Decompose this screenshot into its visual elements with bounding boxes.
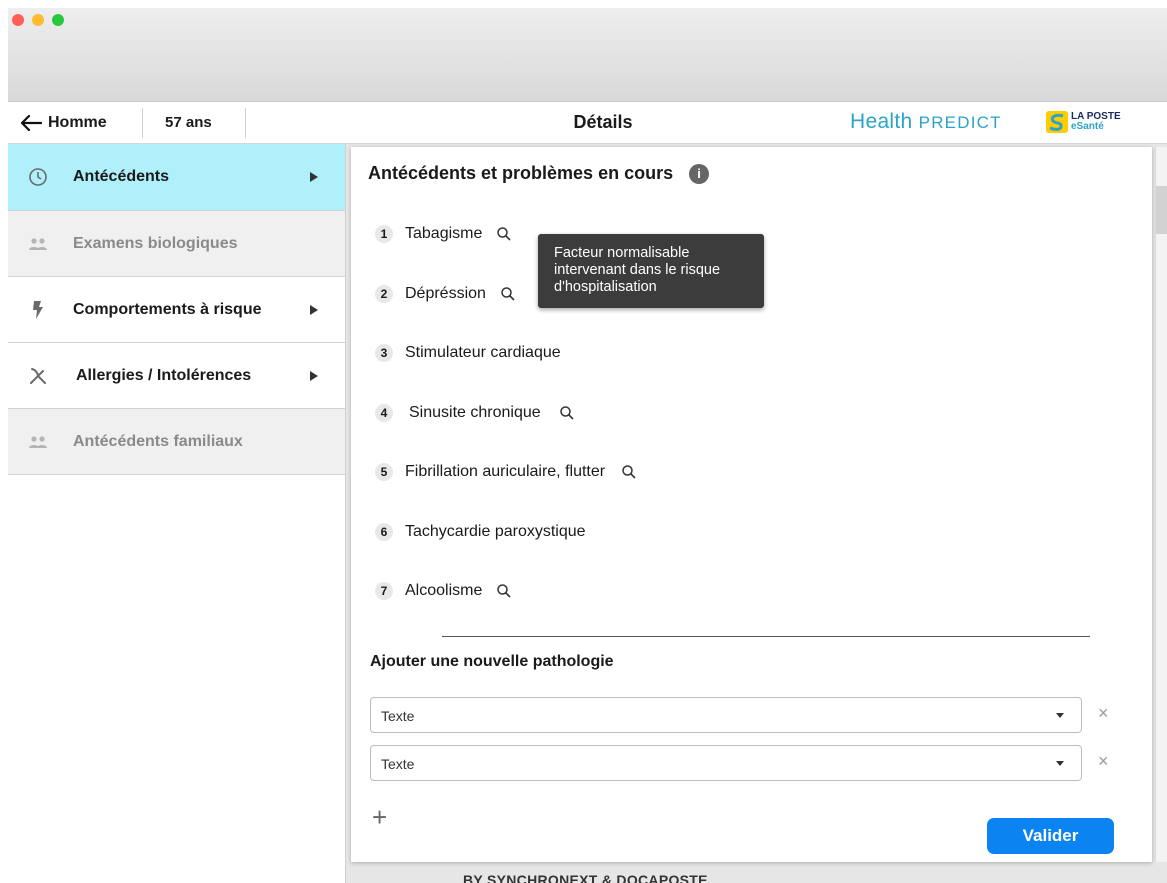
clock-icon (28, 167, 48, 187)
pathology-number: 4 (375, 404, 393, 422)
section-divider (442, 636, 1090, 637)
sidebar-item-allergies[interactable]: Allergies / Intolérences (8, 343, 345, 409)
pathology-select[interactable]: Texte (370, 697, 1082, 733)
sidebar-item-comportements-a-risque[interactable]: Comportements à risque (8, 277, 345, 343)
tooltip: Facteur normalisable intervenant dans le… (538, 234, 764, 308)
sidebar-item-label: Comportements à risque (73, 300, 262, 318)
search-icon[interactable] (496, 583, 512, 599)
pathology-row: 1 Tabagisme (375, 225, 512, 243)
pathology-number: 7 (375, 582, 393, 600)
pathology-label: Dépréssion (405, 285, 486, 302)
pathology-number: 2 (375, 285, 393, 303)
search-icon[interactable] (559, 405, 575, 421)
people-icon (28, 234, 48, 254)
select-value: Texte (381, 756, 415, 772)
search-icon[interactable] (496, 226, 512, 242)
pathology-number: 6 (375, 523, 393, 541)
pathology-label: Stimulateur cardiaque (405, 344, 561, 361)
back-button[interactable]: Homme (20, 111, 107, 135)
pathology-label: Tachycardie paroxystique (405, 523, 586, 540)
pathology-row: 2 Dépréssion (375, 285, 516, 303)
patient-sex: Homme (48, 114, 107, 131)
sidebar-item-label: Allergies / Intolérences (76, 366, 252, 384)
chevron-right-icon (310, 172, 318, 182)
pathology-label: Alcoolisme (405, 582, 483, 599)
arrow-left-icon (20, 115, 42, 131)
caret-down-icon (1056, 761, 1064, 766)
sidebar-item-antecedents-familiaux[interactable]: Antécédents familiaux (8, 409, 345, 475)
info-icon[interactable]: i (689, 163, 710, 184)
sidebar-item-examens-biologiques[interactable]: Examens biologiques (8, 211, 345, 277)
laposte-esante-logo: LA POSTE eSanté (1046, 111, 1121, 133)
pathology-number: 3 (375, 344, 393, 362)
pathology-row: 6 Tachycardie paroxystique (375, 523, 586, 541)
close-window-button[interactable] (12, 14, 24, 26)
pathology-label: Sinusite chronique (409, 404, 541, 421)
pathology-row: 3 Stimulateur cardiaque (375, 344, 561, 362)
pathology-number: 1 (375, 225, 393, 243)
minimize-window-button[interactable] (32, 14, 44, 26)
people-icon (28, 432, 48, 452)
window-titlebar (8, 8, 1167, 102)
submit-button[interactable]: Valider (987, 818, 1114, 854)
page-title: Détails (573, 112, 633, 132)
pathology-select[interactable]: Texte (370, 745, 1082, 781)
health-predict-logo: Health PREDICT (850, 110, 1002, 133)
laposte-icon (1046, 111, 1068, 133)
header-divider (142, 108, 143, 138)
search-icon[interactable] (500, 286, 516, 302)
sidebar-item-label: Examens biologiques (73, 234, 238, 252)
header-divider (245, 108, 246, 138)
pathology-row: 7 Alcoolisme (375, 582, 512, 600)
select-value: Texte (381, 708, 415, 724)
add-row-button[interactable]: + (372, 804, 387, 830)
pathology-number: 5 (375, 463, 393, 481)
sidebar: Antécédents Examens biologiques Comporte… (8, 144, 346, 883)
sidebar-item-label: Antécédents familiaux (73, 432, 243, 450)
search-icon[interactable] (621, 464, 637, 480)
section-title: Antécédents et problèmes en cours i (368, 163, 710, 184)
antecedents-card: Antécédents et problèmes en cours i 1 Ta… (351, 147, 1152, 862)
scrollbar-track[interactable] (1155, 147, 1167, 862)
pathology-label: Tabagisme (405, 225, 483, 242)
sidebar-item-antecedents[interactable]: Antécédents (8, 144, 345, 211)
chevron-right-icon (310, 370, 318, 381)
pathology-label: Fibrillation auriculaire, flutter (405, 463, 606, 480)
lightning-icon (28, 300, 48, 320)
footer-credit: BY SYNCHRONEXT & DOCAPOSTE (463, 872, 708, 883)
chevron-right-icon (310, 304, 318, 315)
app-header: Homme 57 ans Détails Health PREDICT LA P… (8, 102, 1167, 144)
caret-down-icon (1056, 713, 1064, 718)
sidebar-item-label: Antécédents (73, 168, 170, 185)
clear-icon[interactable]: × (1098, 751, 1109, 772)
clear-icon[interactable]: × (1098, 703, 1109, 724)
add-pathology-title: Ajouter une nouvelle pathologie (370, 653, 614, 670)
maximize-window-button[interactable] (52, 14, 64, 26)
patient-age: 57 ans (165, 114, 212, 131)
scrollbar-thumb[interactable] (1156, 186, 1167, 234)
pathology-row: 5 Fibrillation auriculaire, flutter (375, 463, 637, 481)
utensils-icon (28, 366, 48, 386)
pathology-row: 4 Sinusite chronique (375, 404, 575, 422)
